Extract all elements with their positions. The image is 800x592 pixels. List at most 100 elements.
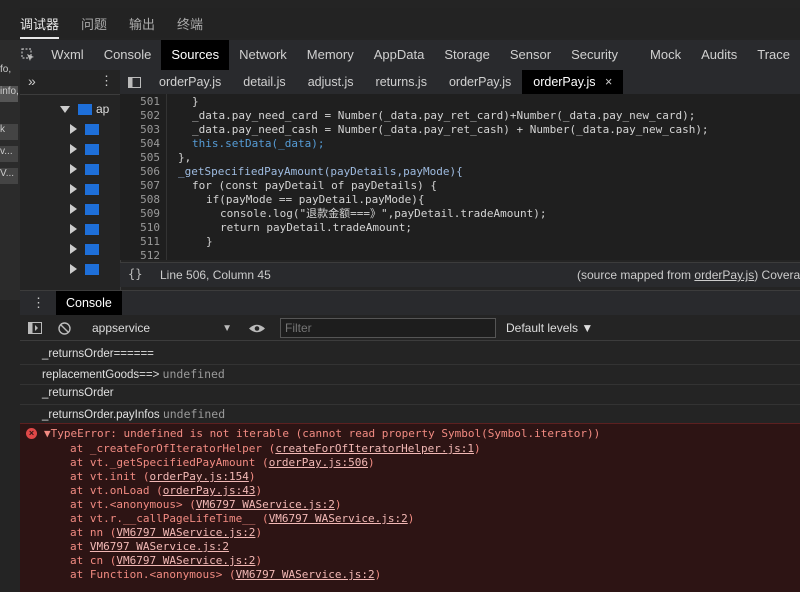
drawer-tab-console[interactable]: Console: [56, 291, 122, 315]
tab-mock[interactable]: Mock: [640, 40, 691, 70]
tree-folder[interactable]: [70, 121, 99, 137]
stack-link[interactable]: orderPay.js:43: [163, 484, 256, 497]
left-strip: fo, info, k v... V...: [0, 40, 20, 300]
show-sidebar-icon[interactable]: [28, 321, 44, 335]
tab-console[interactable]: Console: [94, 40, 162, 70]
expand-icon: [70, 204, 77, 214]
tab-output[interactable]: 输出: [129, 8, 155, 39]
tree-folder[interactable]: [70, 241, 99, 257]
tree-folder[interactable]: [70, 161, 99, 177]
console-toolbar: appservice ▼ Default levels ▼: [20, 316, 800, 341]
tree-folder[interactable]: [70, 261, 99, 277]
tab-sources[interactable]: Sources: [161, 40, 230, 70]
tree-folder[interactable]: [70, 201, 99, 217]
expand-icon: [70, 184, 77, 194]
tab-debugger[interactable]: 调试器: [20, 8, 60, 39]
tab-appdata[interactable]: AppData: [364, 40, 435, 70]
stack-link[interactable]: VM6797 WAService.js:2: [116, 554, 255, 567]
chevron-down-icon: ▼: [222, 322, 232, 334]
eye-icon[interactable]: [248, 323, 268, 334]
folder-label: ap: [96, 102, 110, 116]
log-message: _returnsOrder: [42, 387, 114, 399]
context-label: appservice: [92, 321, 151, 335]
file-tab[interactable]: detail.js: [232, 70, 296, 94]
left-strip-item[interactable]: k: [0, 124, 18, 140]
tree-folder[interactable]: [70, 221, 99, 237]
folder-icon: [85, 123, 99, 135]
tab-network[interactable]: Network: [229, 40, 297, 70]
drawer-tabs: ⋮ Console: [20, 290, 800, 315]
tab-sensor[interactable]: Sensor: [500, 40, 561, 70]
stack-frame: at cn (VM6797 WAService.js:2): [70, 554, 263, 567]
stack-link[interactable]: orderPay.js:154: [149, 470, 248, 483]
tab-wxml[interactable]: Wxml: [41, 40, 94, 70]
tree-folder[interactable]: [70, 141, 99, 157]
left-strip-item[interactable]: info,: [0, 86, 18, 102]
folder-icon: [85, 203, 99, 215]
navigator-menu-icon[interactable]: ⋮: [100, 73, 113, 89]
stack-link[interactable]: orderPay.js:506: [269, 456, 368, 469]
stack-frame: at vt.init (orderPay.js:154): [70, 470, 256, 483]
stack-frame: at VM6797 WAService.js:2: [70, 540, 229, 553]
tree-folder[interactable]: [70, 181, 99, 197]
console-output: _returnsOrder====== replacementGoods==> …: [20, 341, 800, 592]
code-editor[interactable]: 501} 502 _data.pay_need_card = Number(_da…: [120, 94, 800, 260]
stack-link[interactable]: VM6797 WAService.js:2: [116, 526, 255, 539]
file-tab[interactable]: adjust.js: [297, 70, 365, 94]
source-map-link[interactable]: orderPay.js: [694, 268, 754, 282]
file-tab[interactable]: returns.js: [365, 70, 438, 94]
close-icon[interactable]: ×: [605, 75, 612, 89]
tab-security[interactable]: Security: [561, 40, 628, 70]
file-tab-active[interactable]: orderPay.js ×: [522, 70, 624, 94]
left-strip-item[interactable]: fo,: [0, 64, 18, 80]
editor-status-bar: {} Line 506, Column 45 (source mapped fr…: [120, 262, 800, 287]
stack-link[interactable]: VM6797 WAService.js:2: [269, 512, 408, 525]
stack-frame: at vt.onLoad (orderPay.js:43): [70, 484, 263, 497]
tab-memory[interactable]: Memory: [297, 40, 364, 70]
tab-problems[interactable]: 问题: [81, 8, 107, 39]
folder-icon: [85, 263, 99, 275]
inspect-element-icon[interactable]: [20, 40, 35, 70]
folder-icon: [85, 163, 99, 175]
folder-icon: [85, 223, 99, 235]
left-strip-item[interactable]: v...: [0, 146, 18, 162]
left-strip-item[interactable]: V...: [0, 168, 18, 184]
folder-icon: [85, 143, 99, 155]
more-panels-icon[interactable]: »: [28, 73, 36, 89]
log-levels-dropdown[interactable]: Default levels ▼: [506, 321, 593, 335]
error-message: × ▼TypeError: undefined is not iterable …: [20, 423, 800, 592]
stack-link[interactable]: VM6797 WAService.js:2: [90, 540, 229, 553]
error-text[interactable]: ▼TypeError: undefined is not iterable (c…: [44, 427, 600, 440]
stack-frame: at vt.r.__callPageLifeTime__ (VM6797 WAS…: [70, 512, 415, 525]
expand-icon: [70, 144, 77, 154]
expand-icon: [70, 264, 77, 274]
pretty-print-button[interactable]: {}: [128, 267, 142, 281]
context-selector[interactable]: appservice ▼: [92, 321, 232, 335]
panel-tabs: 调试器 问题 输出 终端: [20, 8, 800, 39]
stack-link[interactable]: VM6797 WAService.js:2: [196, 498, 335, 511]
tab-trace[interactable]: Trace: [747, 40, 800, 70]
file-tab[interactable]: orderPay.js: [438, 70, 522, 94]
drawer-menu-icon[interactable]: ⋮: [32, 295, 56, 311]
tab-terminal[interactable]: 终端: [177, 8, 203, 39]
stack-frame: at _createForOfIteratorHelper (createFor…: [70, 442, 481, 455]
stack-frame: at Function.<anonymous> (VM6797 WAServic…: [70, 568, 382, 581]
file-tab-label: orderPay.js: [533, 75, 596, 89]
file-tab[interactable]: orderPay.js: [148, 70, 232, 94]
tree-folder-root[interactable]: ap: [60, 101, 109, 117]
toggle-navigator-icon[interactable]: [120, 70, 148, 94]
stack-link[interactable]: createForOfIteratorHelper.js:1: [275, 442, 474, 455]
expand-icon: [70, 124, 77, 134]
stack-frame: at nn (VM6797 WAService.js:2): [70, 526, 263, 539]
log-message: _returnsOrder.payInfos undefined: [42, 407, 226, 421]
tab-audits[interactable]: Audits: [691, 40, 747, 70]
cursor-position: Line 506, Column 45: [160, 268, 271, 282]
stack-frame: at vt._getSpecifiedPayAmount (orderPay.j…: [70, 456, 375, 469]
stack-link[interactable]: VM6797 WAService.js:2: [236, 568, 375, 581]
console-filter-input[interactable]: [280, 318, 496, 338]
stack-frame: at vt.<anonymous> (VM6797 WAService.js:2…: [70, 498, 342, 511]
clear-console-icon[interactable]: [58, 321, 72, 335]
tab-storage[interactable]: Storage: [434, 40, 500, 70]
file-navigator: » ⋮ ap: [20, 70, 121, 290]
expand-icon: [70, 224, 77, 234]
